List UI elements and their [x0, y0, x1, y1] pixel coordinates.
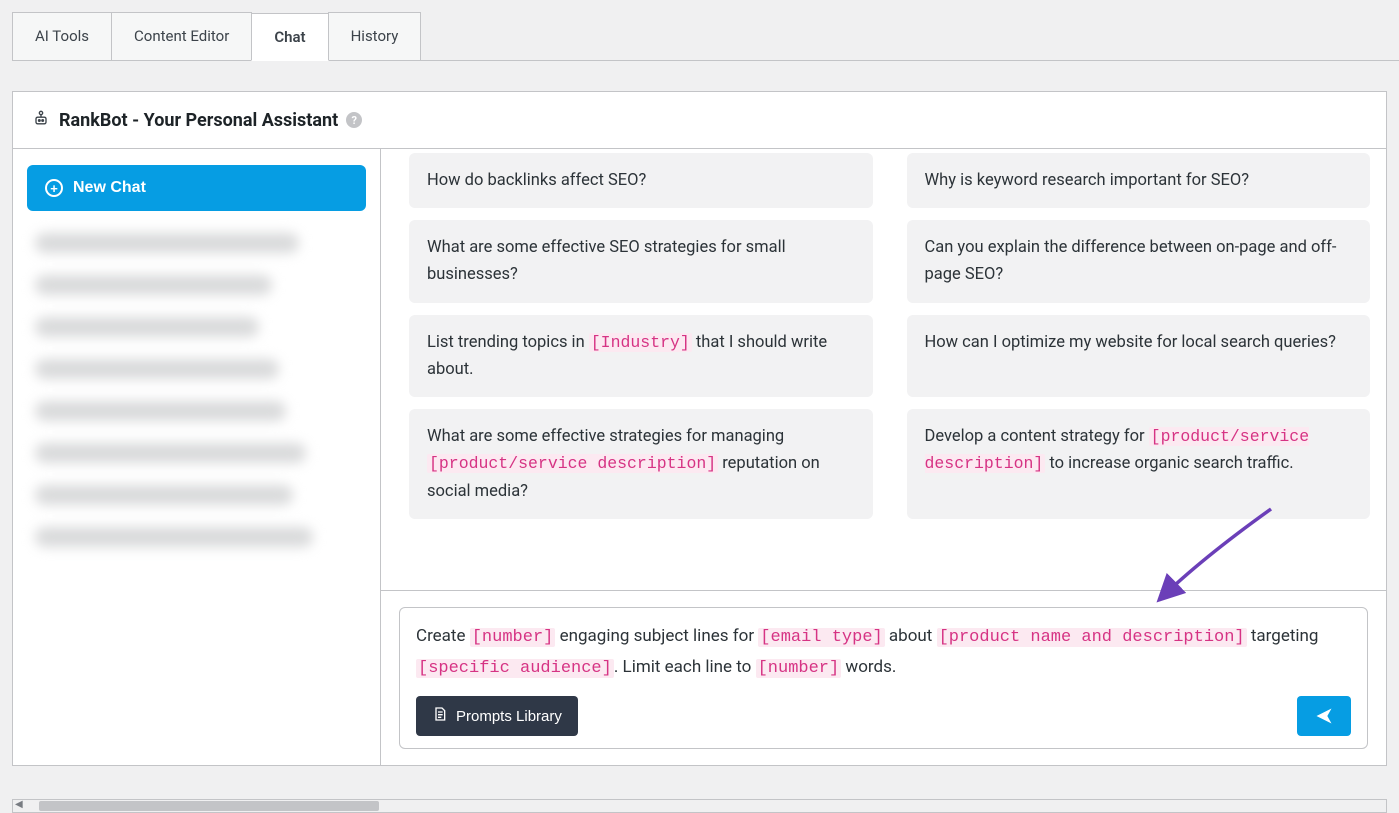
- prompt-card[interactable]: How do backlinks affect SEO?: [409, 153, 873, 208]
- new-chat-label: New Chat: [73, 179, 146, 197]
- template-placeholder[interactable]: [product/service description]: [925, 427, 1310, 473]
- chat-history-item[interactable]: [35, 275, 272, 295]
- composer-input[interactable]: Create [number] engaging subject lines f…: [416, 622, 1351, 684]
- chat-history-item[interactable]: [35, 485, 293, 505]
- template-placeholder[interactable]: [number]: [756, 659, 842, 678]
- prompt-card[interactable]: Can you explain the difference between o…: [907, 220, 1371, 302]
- horizontal-scrollbar[interactable]: [12, 799, 1387, 813]
- send-button[interactable]: [1297, 696, 1351, 736]
- document-icon: [432, 706, 448, 726]
- chat-main: How do backlinks affect SEO? Why is keyw…: [381, 149, 1386, 765]
- prompt-card[interactable]: What are some effective SEO strategies f…: [409, 220, 873, 302]
- chat-panel: RankBot - Your Personal Assistant ? + Ne…: [12, 91, 1387, 766]
- chat-history-item[interactable]: [35, 443, 306, 463]
- template-placeholder[interactable]: [specific audience]: [416, 659, 614, 678]
- chat-history-item[interactable]: [35, 401, 286, 421]
- chat-history-item[interactable]: [35, 317, 259, 337]
- chat-sidebar: + New Chat: [13, 149, 381, 765]
- bot-icon: [31, 108, 51, 132]
- panel-header: RankBot - Your Personal Assistant ?: [13, 92, 1386, 149]
- prompt-card[interactable]: List trending topics in [Industry] that …: [409, 315, 873, 397]
- prompt-card[interactable]: What are some effective strategies for m…: [409, 409, 873, 519]
- template-placeholder[interactable]: [Industry]: [589, 333, 692, 352]
- tab-history[interactable]: History: [328, 12, 422, 60]
- prompts-library-button[interactable]: Prompts Library: [416, 696, 578, 736]
- plus-icon: +: [45, 179, 63, 197]
- tabs-bar: AI Tools Content Editor Chat History: [12, 12, 1399, 61]
- tab-chat[interactable]: Chat: [251, 13, 328, 61]
- composer-area: Create [number] engaging subject lines f…: [381, 590, 1386, 765]
- prompts-library-label: Prompts Library: [456, 708, 562, 725]
- template-placeholder[interactable]: [product name and description]: [937, 628, 1247, 647]
- chat-history-item[interactable]: [35, 527, 313, 547]
- send-icon: [1314, 706, 1334, 726]
- help-icon[interactable]: ?: [346, 112, 362, 128]
- prompt-card[interactable]: How can I optimize my website for local …: [907, 315, 1371, 397]
- tab-content-editor[interactable]: Content Editor: [111, 12, 252, 60]
- composer: Create [number] engaging subject lines f…: [399, 607, 1368, 749]
- chat-history-item[interactable]: [35, 359, 279, 379]
- new-chat-button[interactable]: + New Chat: [27, 165, 366, 211]
- template-placeholder[interactable]: [product/service description]: [427, 454, 718, 473]
- template-placeholder[interactable]: [number]: [470, 628, 556, 647]
- template-placeholder[interactable]: [email type]: [758, 628, 884, 647]
- panel-title: RankBot - Your Personal Assistant: [59, 110, 338, 131]
- prompt-card[interactable]: Develop a content strategy for [product/…: [907, 409, 1371, 519]
- tab-ai-tools[interactable]: AI Tools: [12, 12, 112, 60]
- prompts-area: How do backlinks affect SEO? Why is keyw…: [381, 149, 1386, 590]
- prompt-card[interactable]: Why is keyword research important for SE…: [907, 153, 1371, 208]
- chat-history-item[interactable]: [35, 233, 299, 253]
